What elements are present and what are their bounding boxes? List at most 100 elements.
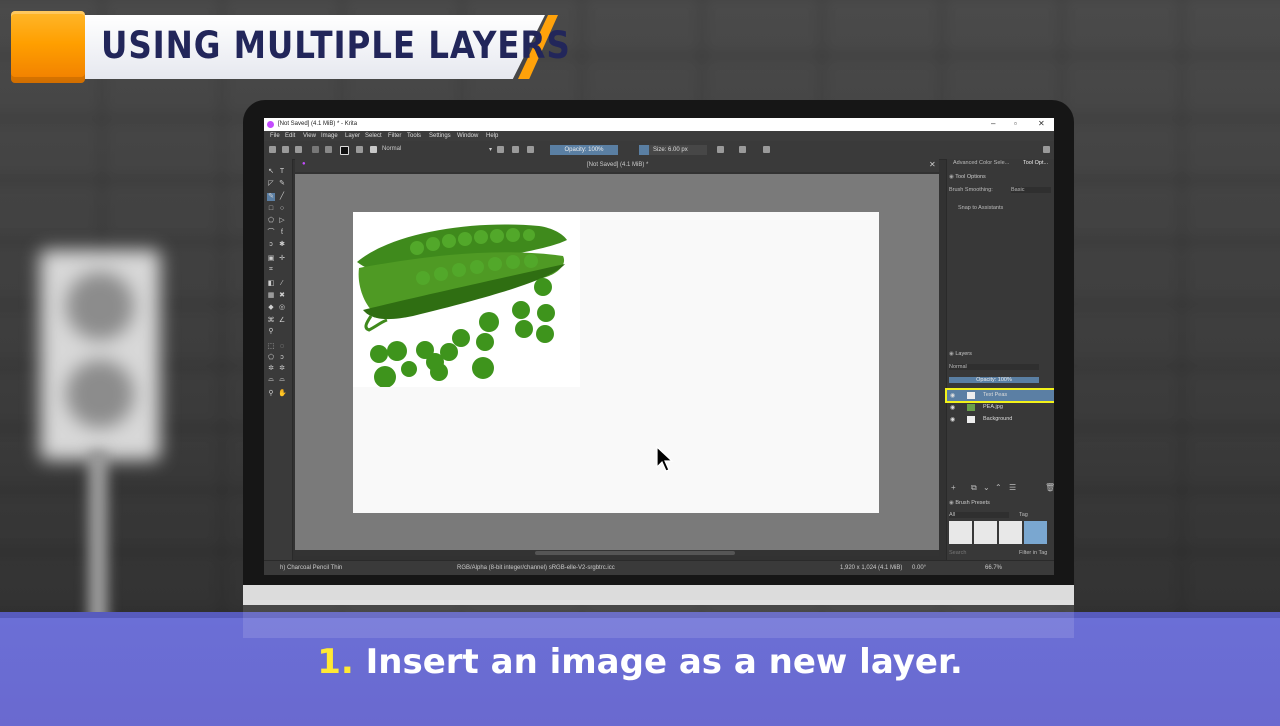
- rectangle-tool-icon[interactable]: □: [267, 205, 275, 213]
- layer-properties-icon[interactable]: ☰: [1009, 483, 1016, 492]
- bezier-tool-icon[interactable]: ⌒: [267, 229, 275, 237]
- brush-smoothing-select[interactable]: Basic: [1011, 187, 1051, 193]
- alpha-lock-icon[interactable]: [512, 146, 519, 153]
- add-layer-icon[interactable]: +: [951, 483, 956, 492]
- brush-preset-pencil[interactable]: [949, 521, 972, 544]
- snap-to-assistants-label[interactable]: Snap to Assistants: [958, 205, 1003, 211]
- color-swatch-icon[interactable]: [340, 146, 349, 155]
- layer-blend-mode-select[interactable]: Normal: [949, 364, 1039, 370]
- canvas-document[interactable]: [353, 212, 879, 513]
- gradient-icon[interactable]: [312, 146, 319, 153]
- zoom-tool-icon[interactable]: ⚲: [267, 390, 275, 398]
- move-layer-up-icon[interactable]: ⌃: [995, 483, 1002, 492]
- save-icon[interactable]: [295, 146, 302, 153]
- polygon-select-tool-icon[interactable]: ⬠: [267, 354, 275, 362]
- layer-row-pea-jpg[interactable]: ◉ PEA.jpg: [947, 402, 1054, 413]
- duplicate-layer-icon[interactable]: ⧉: [971, 483, 977, 493]
- workspace-icon[interactable]: [1043, 146, 1050, 153]
- brush-preset-search[interactable]: Search: [949, 550, 966, 556]
- brush-preset-selected[interactable]: [1024, 521, 1047, 544]
- blend-mode-select[interactable]: Normal ▾: [382, 146, 492, 155]
- minimize-icon[interactable]: –: [991, 119, 995, 128]
- menu-select[interactable]: Select: [365, 133, 382, 139]
- freehand-select-tool-icon[interactable]: ↄ: [278, 354, 286, 362]
- ellipse-tool-icon[interactable]: ○: [278, 205, 286, 213]
- brush-preset-icon[interactable]: [370, 146, 377, 153]
- visibility-eye-icon[interactable]: ◉: [950, 392, 955, 399]
- horizontal-scrollbar[interactable]: [295, 550, 939, 556]
- brush-preset-tag-button[interactable]: Tag: [1019, 512, 1028, 518]
- polyline-tool-icon[interactable]: ▷: [278, 217, 286, 225]
- pattern-icon[interactable]: [325, 146, 332, 153]
- close-document-icon[interactable]: ✕: [929, 160, 936, 169]
- gradient-tool-icon[interactable]: ◧: [267, 280, 275, 288]
- assistant-tool-icon[interactable]: ⌘: [267, 317, 275, 325]
- open-icon[interactable]: [282, 146, 289, 153]
- scrollbar-thumb[interactable]: [535, 551, 735, 555]
- select-shapes-tool-icon[interactable]: ↖: [267, 168, 275, 176]
- transform-tool-icon[interactable]: ▣: [267, 255, 275, 263]
- menu-file[interactable]: File: [270, 133, 280, 139]
- rect-select-tool-icon[interactable]: ⬚: [267, 343, 275, 351]
- brush-preset-filter-select[interactable]: All: [949, 512, 1009, 518]
- menu-image[interactable]: Image: [321, 133, 338, 139]
- pan-tool-icon[interactable]: ✋: [278, 390, 287, 398]
- brush-settings-icon[interactable]: [356, 146, 363, 153]
- fill-tool-icon[interactable]: ◆: [267, 304, 275, 312]
- menu-tools[interactable]: Tools: [407, 133, 421, 139]
- maximize-icon[interactable]: ▫: [1014, 119, 1017, 128]
- menu-view[interactable]: View: [303, 133, 316, 139]
- freehand-brush-tool-icon[interactable]: ✎: [267, 193, 275, 201]
- menu-settings[interactable]: Settings: [429, 133, 451, 139]
- layer-row-background[interactable]: ◉ Background: [947, 414, 1054, 425]
- new-document-icon[interactable]: [269, 146, 276, 153]
- text-tool-icon[interactable]: T: [278, 168, 286, 176]
- status-zoom[interactable]: 66.7%: [985, 565, 1002, 571]
- edit-shapes-tool-icon[interactable]: ◸: [267, 180, 275, 188]
- tab-tool-options[interactable]: Tool Opt...: [1023, 160, 1048, 166]
- opacity-slider[interactable]: Opacity: 100%: [550, 145, 618, 155]
- layer-opacity-slider[interactable]: Opacity: 100%: [949, 377, 1039, 383]
- multibrush-tool-icon[interactable]: ✱: [278, 241, 286, 249]
- line-tool-icon[interactable]: ╱: [278, 193, 286, 201]
- contiguous-select-tool-icon[interactable]: ✲: [267, 365, 275, 373]
- wrap-icon[interactable]: [763, 146, 770, 153]
- reference-images-tool-icon[interactable]: ⚲: [267, 328, 275, 336]
- menu-edit[interactable]: Edit: [285, 133, 295, 139]
- dynamic-brush-tool-icon[interactable]: ↄ: [267, 241, 275, 249]
- mirror-horizontal-icon[interactable]: [717, 146, 724, 153]
- smart-patch-tool-icon[interactable]: ✖: [278, 292, 286, 300]
- delete-layer-icon[interactable]: 🗑: [1045, 483, 1054, 492]
- menu-window[interactable]: Window: [457, 133, 478, 139]
- eraser-icon[interactable]: [497, 146, 504, 153]
- mirror-vertical-icon[interactable]: [739, 146, 746, 153]
- menu-help[interactable]: Help: [486, 133, 498, 139]
- polygon-tool-icon[interactable]: ⬠: [267, 217, 275, 225]
- colorize-mask-tool-icon[interactable]: ▦: [267, 292, 275, 300]
- calligraphy-tool-icon[interactable]: ✎: [278, 180, 286, 188]
- close-icon[interactable]: ✕: [1038, 119, 1045, 128]
- magnetic-select-tool-icon[interactable]: ⌓: [278, 376, 286, 384]
- measure-tool-icon[interactable]: ∠: [278, 317, 286, 325]
- bezier-select-tool-icon[interactable]: ⌓: [267, 376, 275, 384]
- visibility-eye-icon[interactable]: ◉: [950, 416, 955, 423]
- filter-in-tag-checkbox[interactable]: Filter in Tag: [1019, 550, 1047, 556]
- layer-row-text-peas[interactable]: ◉ Text Peas: [945, 388, 1054, 403]
- menu-filter[interactable]: Filter: [388, 133, 401, 139]
- reload-icon[interactable]: [527, 146, 534, 153]
- ellipse-select-tool-icon[interactable]: ◌: [278, 343, 286, 351]
- visibility-eye-icon[interactable]: ◉: [950, 404, 955, 411]
- menu-layer[interactable]: Layer: [345, 133, 360, 139]
- brush-preset-marker[interactable]: [999, 521, 1022, 544]
- canvas-area[interactable]: [295, 174, 939, 550]
- color-picker-tool-icon[interactable]: ⁄: [278, 280, 286, 288]
- similar-select-tool-icon[interactable]: ✲: [278, 365, 286, 373]
- freehand-path-tool-icon[interactable]: ƭ: [278, 229, 286, 237]
- move-layer-down-icon[interactable]: ⌄: [983, 483, 990, 492]
- tab-advanced-color-selector[interactable]: Advanced Color Sele...: [953, 160, 1009, 166]
- size-slider[interactable]: Size: 6.00 px: [639, 145, 707, 155]
- document-tab[interactable]: ● [Not Saved] (4.1 MiB) * ✕: [295, 159, 939, 172]
- move-tool-icon[interactable]: ✛: [278, 255, 286, 263]
- enclose-fill-tool-icon[interactable]: ◎: [278, 304, 286, 312]
- brush-preset-ink[interactable]: [974, 521, 997, 544]
